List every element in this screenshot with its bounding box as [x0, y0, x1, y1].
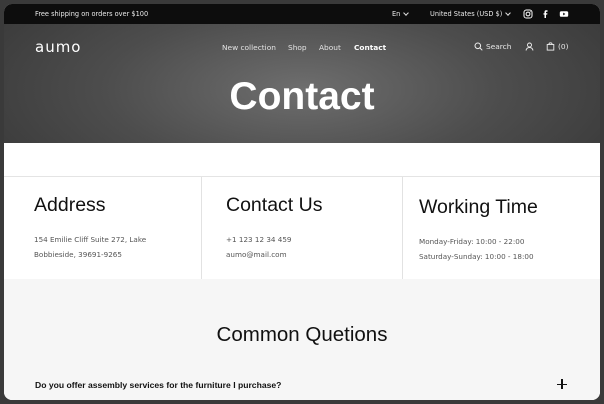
youtube-icon[interactable] — [559, 9, 569, 19]
search-icon — [474, 42, 483, 51]
page-frame: Free shipping on orders over $100 En Uni… — [4, 4, 600, 400]
announcement-bar: Free shipping on orders over $100 En Uni… — [4, 4, 600, 24]
chevron-down-icon — [403, 9, 410, 16]
nav-shop[interactable]: Shop — [288, 43, 307, 52]
cart-icon — [546, 42, 555, 51]
language-selector[interactable]: En — [392, 9, 410, 18]
spacer-strip — [4, 143, 600, 177]
faq-question[interactable]: Do you offer assembly services for the f… — [35, 380, 281, 390]
address-card: Address 154 Emilie Cliff Suite 272, Lake… — [4, 177, 201, 279]
cart-count: (0) — [558, 42, 569, 51]
contact-info-section: Address 154 Emilie Cliff Suite 272, Lake… — [4, 177, 600, 280]
plus-icon[interactable] — [557, 379, 567, 389]
logo[interactable]: aumo — [35, 38, 82, 56]
page-title: Contact — [229, 75, 375, 118]
faq-section: Common Quetions Do you offer assembly se… — [4, 279, 600, 400]
instagram-icon[interactable] — [523, 9, 533, 19]
cart-button[interactable]: (0) — [546, 42, 568, 51]
contact-phone[interactable]: +1 123 12 34 459 — [226, 235, 291, 244]
address-line-2: Bobbieside, 39691-9265 — [34, 250, 122, 259]
faq-title: Common Quetions — [216, 323, 388, 346]
nav-contact[interactable]: Contact — [354, 43, 386, 52]
account-icon[interactable] — [525, 42, 534, 51]
hours-card: Working Time Monday-Friday: 10:00 - 22:0… — [403, 177, 600, 279]
nav-about[interactable]: About — [319, 43, 341, 52]
shipping-notice: Free shipping on orders over $100 — [35, 10, 149, 18]
nav-new-collection[interactable]: New collection — [222, 43, 276, 52]
hours-weekdays: Monday-Friday: 10:00 - 22:00 — [419, 237, 525, 246]
facebook-icon[interactable] — [541, 9, 551, 19]
region-label: United States (USD $) — [430, 10, 503, 18]
contact-email[interactable]: aumo@mail.com — [226, 250, 287, 259]
contact-card: Contact Us +1 123 12 34 459 aumo@mail.co… — [202, 177, 402, 279]
hours-weekend: Saturday-Sunday: 10:00 - 18:00 — [419, 252, 534, 261]
search-label: Search — [486, 42, 512, 51]
language-label: En — [392, 10, 401, 18]
address-line-1: 154 Emilie Cliff Suite 272, Lake — [34, 235, 147, 244]
address-title: Address — [34, 194, 106, 216]
hero-banner: aumo New collection Shop About Contact S… — [4, 24, 600, 143]
chevron-down-icon — [505, 9, 512, 16]
search-button[interactable]: Search — [474, 42, 511, 51]
contact-title: Contact Us — [226, 194, 323, 216]
region-selector[interactable]: United States (USD $) — [430, 9, 512, 18]
hours-title: Working Time — [419, 196, 538, 218]
